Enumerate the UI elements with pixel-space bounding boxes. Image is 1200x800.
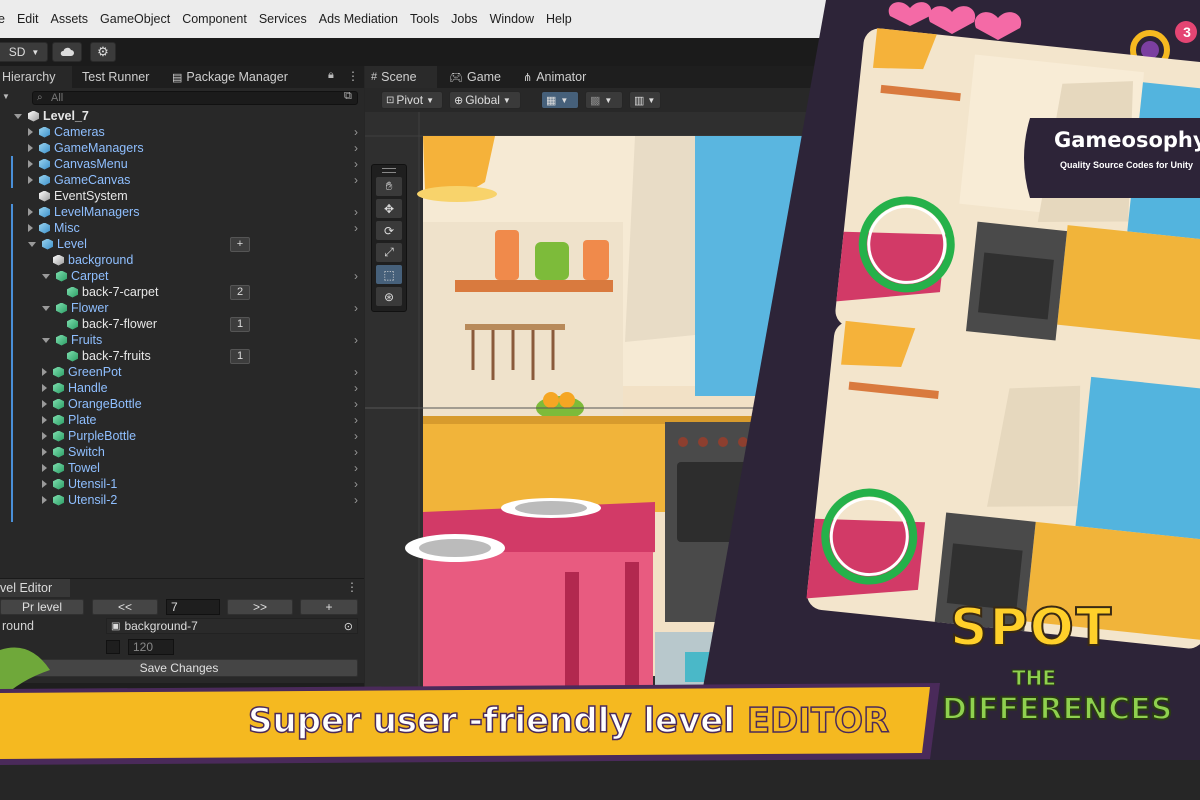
banner-text-main: Super user -friendly level [247,700,747,742]
promo-banner: Super user -friendly level EDITOR [0,683,1200,765]
brand-title: Gameosophy [1054,128,1200,152]
hint-count-badge: 3 [1183,24,1191,40]
logo-spot: SPOT [949,597,1114,659]
brand-subtitle: Quality Source Codes for Unity [1060,160,1194,170]
brand-box: Gameosophy Quality Source Codes for Unit… [1040,124,1200,178]
banner-text-highlight: EDITOR [746,700,890,742]
banner-text: Super user -friendly level EDITOR [247,700,890,742]
